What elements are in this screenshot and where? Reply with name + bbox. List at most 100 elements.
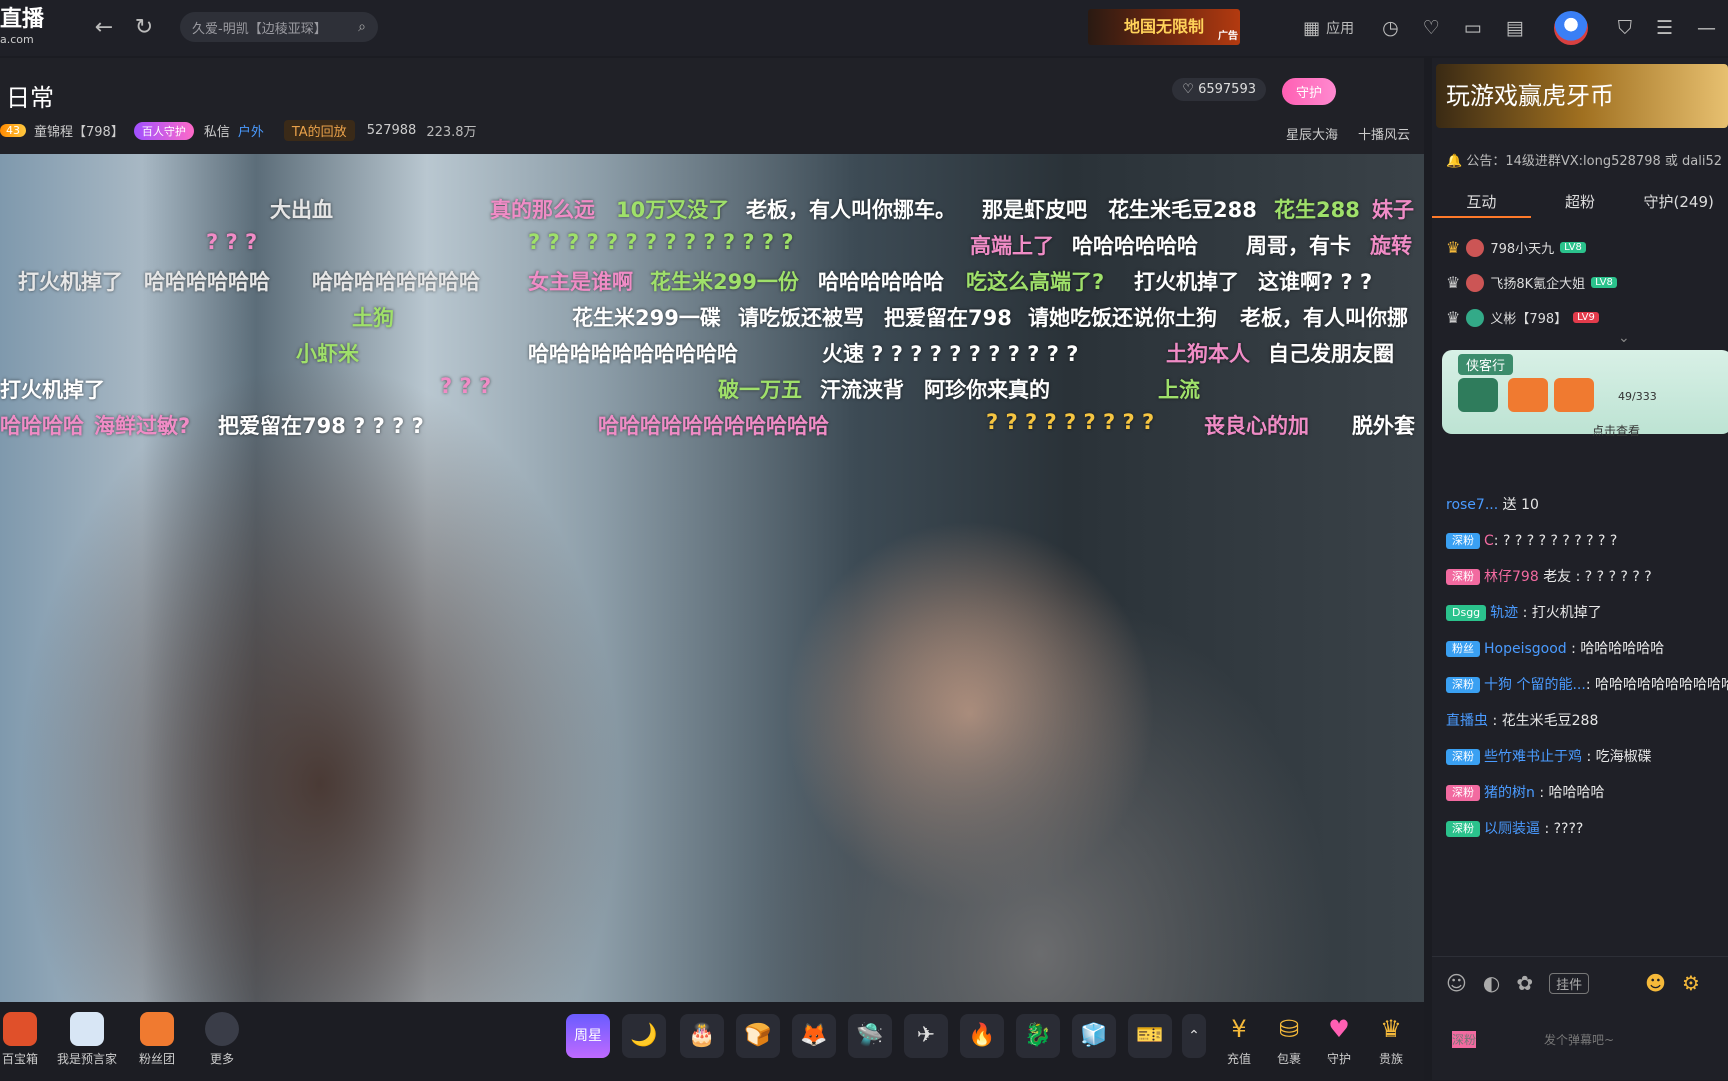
site-logo[interactable]: 直播 a.com — [0, 9, 44, 50]
gift-weekly-star[interactable]: 周星 — [566, 1014, 610, 1058]
guard-row[interactable]: ♛ 飞扬8K氪企大姐 LV8 — [1446, 265, 1617, 300]
anchor-meta: 43 童锦程【798】 百人守护 私信 户外 TA的回放 527988 223.… — [0, 120, 487, 141]
apps-button[interactable]: ▦ 应用 — [1303, 18, 1354, 39]
danmaku: 汗流浃背 — [820, 378, 904, 402]
fan-gift-icon[interactable]: ☻ — [1645, 971, 1666, 995]
task-more-link[interactable]: 点击查看 — [1592, 422, 1640, 439]
danmaku: 那是虾皮吧 — [982, 198, 1087, 222]
danmaku: 这谁啊? ? ? — [1258, 270, 1373, 294]
danmaku: 真的那么远 — [490, 198, 595, 222]
danmaku: 小虾米 — [296, 342, 359, 366]
guard-heart-icon: ♥ — [1328, 1015, 1350, 1043]
expand-gifts-icon[interactable]: ⌃ — [1182, 1014, 1206, 1058]
danmaku: ? ? ? — [440, 374, 492, 398]
tab-super-fans[interactable]: 超粉 — [1531, 186, 1630, 218]
chat-input[interactable]: 深粉 发个弹幕吧~ — [1444, 1019, 1728, 1069]
gift-fox[interactable]: 🦊 — [792, 1014, 836, 1058]
chat-message: 深粉 C: ? ? ? ? ? ? ? ? ? ? — [1446, 530, 1728, 552]
danmaku: 高端上了 — [970, 234, 1054, 258]
danmaku: 哈哈哈哈哈哈哈哈哈哈 — [528, 342, 738, 366]
danmaku: 妹子 — [1372, 198, 1414, 222]
chat-message: rose7... 送 10 — [1446, 497, 1539, 513]
anchor-name[interactable]: 童锦程【798】 — [34, 121, 124, 140]
danmaku: 哈哈哈哈哈哈 — [818, 270, 944, 294]
chat-message: 深粉 些竹难书止于鸡 : 吃海椒碟 — [1446, 746, 1728, 768]
search-icon[interactable]: ⌕ — [358, 19, 366, 35]
danmaku: 脱外套 — [1352, 414, 1415, 438]
danmaku: 破一万五 — [718, 378, 802, 402]
emoji-icon[interactable]: ☺ — [1446, 971, 1467, 995]
danmaku: ? ? ? ? ? ? ? ? ? ? ? ? ? ? — [528, 230, 794, 254]
gift-card[interactable]: 🎫 — [1128, 1014, 1172, 1058]
bell-icon: 🔔 — [1446, 154, 1463, 169]
message-icon[interactable]: ▭ — [1464, 17, 1482, 39]
back-icon[interactable]: ← — [92, 16, 116, 40]
history-icon[interactable]: ◷ — [1382, 17, 1399, 39]
danmaku: 花生288 — [1274, 198, 1360, 222]
user-avatar[interactable] — [1553, 11, 1588, 45]
font-icon[interactable]: ◐ — [1483, 971, 1500, 995]
gift-fire[interactable]: 🔥 — [960, 1014, 1004, 1058]
danmaku: ? ? ? ? ? ? ? ? ? — [986, 410, 1155, 434]
tab-interact[interactable]: 互动 — [1432, 186, 1531, 218]
task-card[interactable]: 侠客行 49/333 点击查看 — [1442, 350, 1728, 438]
refresh-icon[interactable]: ↻ — [132, 16, 156, 40]
gift-bread[interactable]: 🍞 — [736, 1014, 780, 1058]
danmaku: 哈哈哈哈哈哈哈哈 — [312, 270, 480, 294]
replay-button[interactable]: TA的回放 — [283, 120, 355, 141]
guard-row[interactable]: ♛ 798小天九 LV8 — [1446, 230, 1617, 265]
top-ad-banner[interactable]: 地国无限制 广告 — [1088, 9, 1240, 45]
tab-guard[interactable]: 守护(249) — [1629, 186, 1728, 218]
message-link[interactable]: 私信 — [204, 121, 230, 140]
crown-icon: ♛ — [1446, 308, 1461, 327]
guard-button[interactable]: 守护 — [1281, 78, 1336, 105]
link-2[interactable]: 十播风云 — [1358, 124, 1410, 143]
search-input[interactable]: 久爱-明凯【边稜亚琛】 — [192, 18, 358, 37]
hang-button[interactable]: 挂件 — [1549, 972, 1590, 994]
gift-dragon[interactable]: 🐉 — [1016, 1014, 1060, 1058]
crown-icon: ♛ — [1446, 238, 1461, 257]
link-1[interactable]: 星辰大海 — [1286, 124, 1338, 143]
panel-tabs: 互动 超粉 守护(249) — [1432, 186, 1728, 218]
minimize-icon[interactable]: — — [1697, 17, 1716, 39]
recharge-button[interactable]: ¥ 充值 — [1222, 1012, 1256, 1067]
category-link[interactable]: 户外 — [238, 121, 264, 140]
gift-plane[interactable]: ✈ — [904, 1014, 948, 1058]
chevron-down-icon[interactable]: ⌄ — [1618, 330, 1630, 346]
level-badge: 43 — [0, 124, 26, 137]
predict-button[interactable]: 我是预言家 — [52, 1012, 122, 1067]
gift-cube[interactable]: 🧊 — [1072, 1014, 1116, 1058]
palette-icon[interactable]: ✿ — [1516, 971, 1533, 995]
bag-icon: ⛁ — [1278, 1015, 1300, 1043]
treasure-icon — [3, 1012, 37, 1046]
package-button[interactable]: ⛁ 包裹 — [1272, 1012, 1306, 1067]
danmaku: 自己发朋友圈 — [1268, 342, 1394, 366]
gift-cake[interactable]: 🎂 — [680, 1014, 724, 1058]
danmaku: 打火机掉了 — [0, 378, 105, 402]
search-box[interactable]: 久爱-明凯【边稜亚琛】 ⌕ — [180, 12, 378, 42]
guard-bottom-button[interactable]: ♥ 守护 — [1322, 1012, 1356, 1067]
fan-club-icon — [140, 1012, 174, 1046]
shirt-icon[interactable]: ⛉ — [1618, 17, 1632, 39]
danmaku: 大出血 — [270, 198, 333, 222]
panel-ad-banner[interactable]: 玩游戏赢虎牙币 — [1436, 64, 1728, 128]
noble-button[interactable]: ♛ 贵族 — [1374, 1012, 1408, 1067]
danmaku: 老板，有人叫你挪 — [1240, 306, 1408, 330]
guard-row[interactable]: ♛ 义彬【798】 LV9 — [1446, 300, 1617, 335]
calendar-icon[interactable]: ▤ — [1506, 17, 1524, 39]
treasure-box-button[interactable]: 百宝箱 — [0, 1012, 40, 1067]
guard-badge: 百人守护 — [133, 121, 194, 140]
chat-message: 深粉 以厕装逼 : ???? — [1446, 818, 1728, 840]
more-button[interactable]: 更多 — [202, 1012, 242, 1067]
danmaku: 请她吃饭还说你土狗 — [1028, 306, 1217, 330]
avatar — [1466, 308, 1485, 327]
fan-club-button[interactable]: 粉丝团 — [134, 1012, 180, 1067]
heart-icon[interactable]: ♡ — [1423, 17, 1440, 39]
menu-icon[interactable]: ☰ — [1656, 17, 1673, 39]
settings-gear-icon[interactable]: ⚙ — [1682, 971, 1700, 995]
gift-ship[interactable]: 🛸 — [848, 1014, 892, 1058]
gift-moon[interactable]: 🌙 — [622, 1014, 666, 1058]
grid-icon: ▦ — [1303, 17, 1321, 39]
chat-message: Dsgg 轨迹 : 打火机掉了 — [1446, 602, 1728, 624]
video-player[interactable]: 大出血 真的那么远 10万又没了 老板，有人叫你挪车。 那是虾皮吧 花生米毛豆2… — [0, 154, 1424, 1002]
